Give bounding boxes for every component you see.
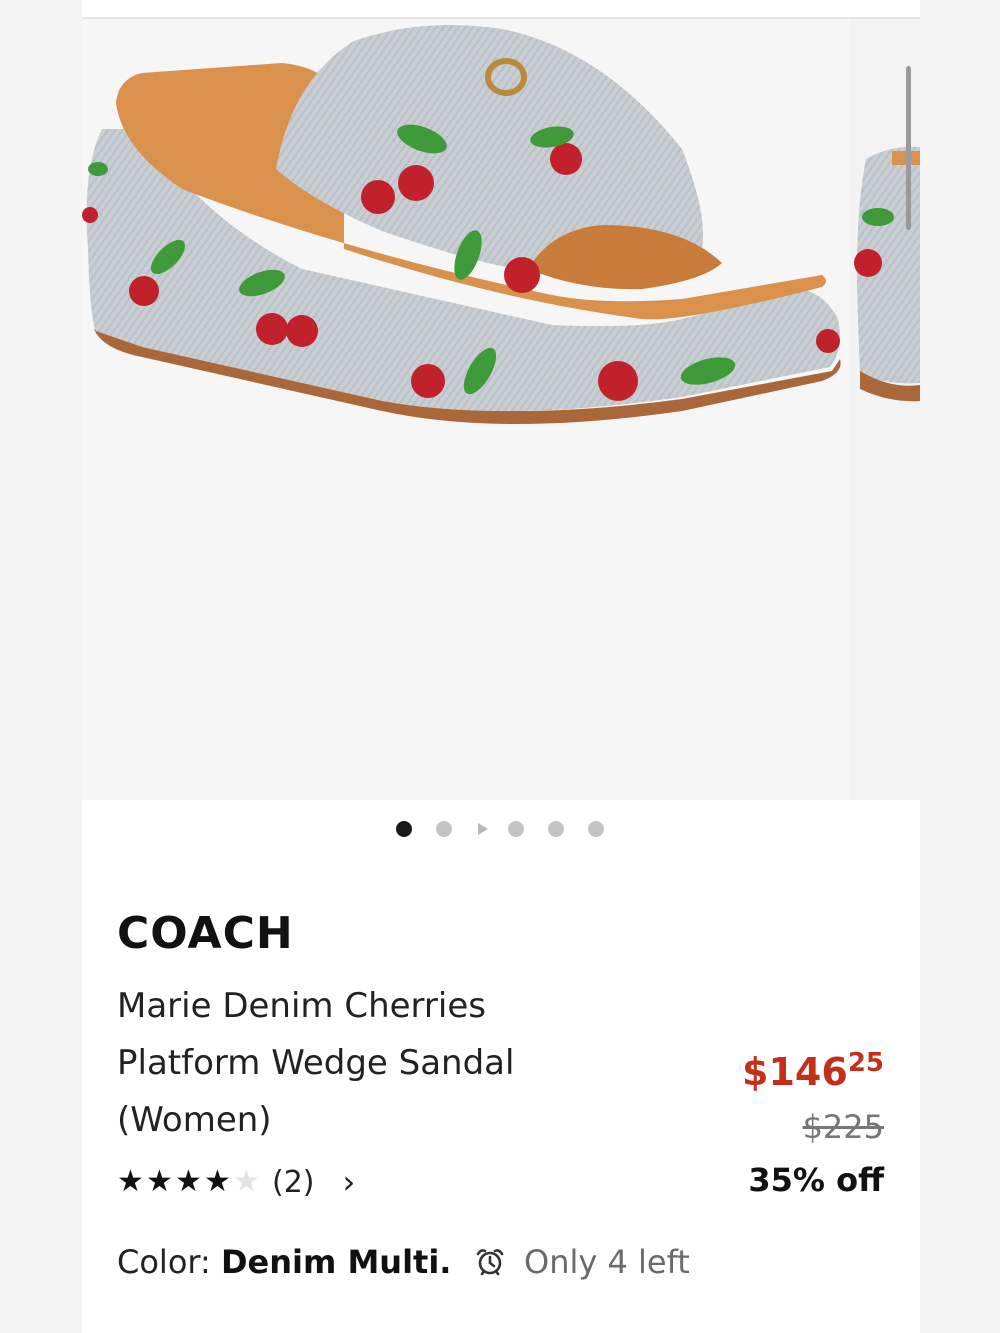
color-label: Color: [117, 1243, 211, 1281]
star-filled-icon: ★ [117, 1164, 144, 1199]
stock-notice: Only 4 left [474, 1243, 690, 1281]
color-value: Denim Multi. [220, 1243, 452, 1281]
sale-price-cents: 25 [847, 1048, 884, 1078]
selected-color: Color: Denim Multi. [117, 1243, 451, 1281]
rating-summary[interactable]: ★ ★ ★ ★ ★ (2) › [117, 1162, 355, 1202]
star-filled-icon: ★ [204, 1164, 231, 1199]
chevron-right-icon[interactable]: › [343, 1163, 356, 1201]
sandal-image [82, 25, 841, 424]
star-rating: ★ ★ ★ ★ ★ [117, 1167, 262, 1197]
stock-text: Only 4 left [524, 1243, 690, 1281]
alarm-clock-icon [476, 1249, 504, 1276]
gallery-dot-1[interactable] [396, 821, 412, 837]
review-count: (2) [272, 1164, 315, 1200]
sale-price: $14625 [700, 1048, 884, 1094]
sale-price-dollars: $146 [742, 1050, 848, 1094]
discount-label: 35% off [748, 1161, 884, 1199]
gallery-dot-6[interactable] [588, 821, 604, 837]
video-play-icon[interactable] [478, 823, 488, 835]
gallery-dot-4[interactable] [508, 821, 524, 837]
product-title: Marie Denim Cherries Platform Wedge Sand… [117, 986, 515, 1140]
gallery-dot-5[interactable] [548, 821, 564, 837]
star-filled-icon: ★ [175, 1164, 202, 1199]
product-brand[interactable]: COACH [117, 908, 294, 959]
gallery-dot-2[interactable] [436, 821, 452, 837]
scrollbar-thumb[interactable] [906, 66, 911, 230]
product-image-gallery[interactable] [82, 19, 920, 800]
star-empty-icon: ★ [233, 1164, 260, 1199]
original-price: $225 [802, 1108, 884, 1146]
product-image-slide[interactable] [82, 19, 844, 800]
star-filled-icon: ★ [146, 1164, 173, 1199]
gallery-pagination[interactable] [0, 818, 1000, 840]
